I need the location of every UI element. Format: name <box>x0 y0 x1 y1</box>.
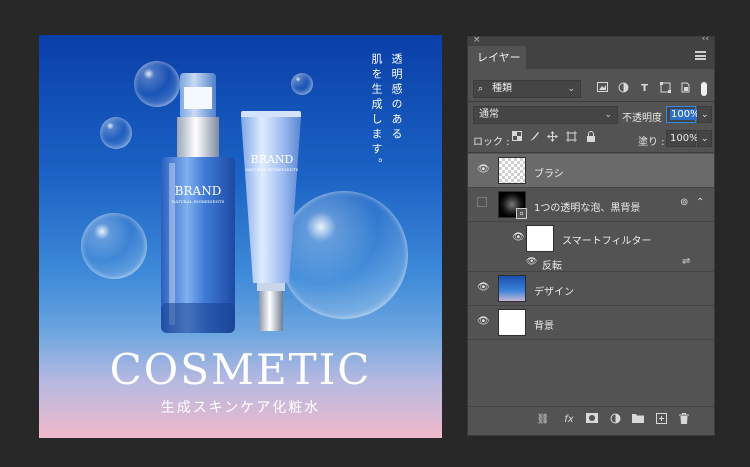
eye-icon[interactable]: 👁 <box>477 282 490 293</box>
layer-row-design[interactable]: 👁 デザイン <box>468 272 714 306</box>
add-mask-icon[interactable] <box>585 413 599 427</box>
layer-name: スマートフィルター <box>562 236 652 247</box>
panel-bottom-toolbar: ⛓ fx <box>468 406 714 435</box>
blend-mode-value: 通常 <box>479 109 499 120</box>
delete-layer-icon[interactable] <box>677 413 691 427</box>
layers-list: 👁 ブラシ ▫ 1つの透明な泡、黒背景 ⊚ ⌃ 👁 スマートフィルター 👁 反転… <box>468 154 714 404</box>
close-icon[interactable]: × <box>473 35 481 45</box>
layer-name: 背景 <box>534 321 554 332</box>
bottle-tagline: NATURAL INGREDIENTS <box>171 199 225 204</box>
filter-kind-value: 種類 <box>492 83 512 94</box>
panel-menu-icon[interactable] <box>695 51 706 60</box>
panel-tab-row: レイヤー <box>468 46 714 69</box>
bottle-brand: BRAND <box>174 184 222 198</box>
filter-blending-options-icon[interactable]: ⇌ <box>682 256 690 267</box>
blend-row: 通常 ⌄ 不透明度 : 100% ⌄ <box>468 105 714 127</box>
collapse-arrow-icon[interactable]: ⌃ <box>696 197 704 208</box>
fill-label: 塗り : <box>638 137 665 148</box>
chevron-down-icon: ⌄ <box>701 134 709 144</box>
blend-mode-select[interactable]: 通常 ⌄ <box>473 106 618 124</box>
layer-thumbnail: ▫ <box>498 191 527 219</box>
layer-thumbnail <box>498 275 526 302</box>
lock-image-pixels-icon[interactable] <box>528 131 541 144</box>
lock-position-icon[interactable] <box>546 131 559 144</box>
lock-label: ロック : <box>473 137 510 148</box>
collapse-icon[interactable]: ‹‹ <box>702 34 709 44</box>
smart-object-icon: ⊚ <box>680 197 689 208</box>
eye-icon[interactable]: 👁 <box>526 257 537 268</box>
smart-object-filter-icon[interactable] <box>679 82 692 95</box>
visibility-off-box[interactable] <box>477 197 487 207</box>
tube-brand: BRAND <box>250 153 294 166</box>
adjustment-filter-icon[interactable] <box>617 82 630 95</box>
chevron-down-icon: ⌄ <box>567 84 575 94</box>
bubble-small-right <box>291 73 313 95</box>
image-filter-icon[interactable] <box>596 82 609 95</box>
layer-name: デザイン <box>534 287 574 298</box>
headline-cosmetic: COSMETIC <box>109 345 372 394</box>
filter-search-icon: ⌕ <box>478 84 484 94</box>
layer-name: ブラシ <box>534 169 564 180</box>
lock-all-icon[interactable] <box>584 131 597 144</box>
eye-icon[interactable]: 👁 <box>477 164 490 175</box>
fx-button[interactable]: fx <box>562 413 576 427</box>
layer-row-background[interactable]: 👁 背景 <box>468 306 714 340</box>
fill-input[interactable]: 100% <box>666 130 699 147</box>
filter-mask-thumbnail <box>526 225 554 252</box>
layer-thumbnail <box>498 157 526 184</box>
new-group-icon[interactable] <box>631 413 645 427</box>
filter-kind-select[interactable]: ⌕ 種類 ⌄ <box>473 80 581 98</box>
layer-row-bubble[interactable]: ▫ 1つの透明な泡、黒背景 ⊚ ⌃ <box>468 188 714 222</box>
opacity-label: 不透明度 : <box>622 113 669 124</box>
lock-transparent-pixels-icon[interactable] <box>510 131 523 144</box>
layers-panel: × ‹‹ レイヤー ⌕ 種類 ⌄ T 通常 ⌄ 不透明度: 100% ⌄ ロッ… <box>467 34 715 436</box>
link-layers-icon[interactable]: ⛓ <box>536 413 550 427</box>
cream-tube <box>241 111 301 331</box>
smart-object-badge-icon: ▫ <box>516 208 527 219</box>
bubble-left-large <box>81 213 147 279</box>
lock-row: ロック : 塗り : 100% ⌄ <box>468 129 714 151</box>
lock-artboard-icon[interactable] <box>565 131 578 144</box>
panel-top-bar: × ‹‹ <box>468 34 714 46</box>
layer-name: 1つの透明な泡、黒背景 <box>534 203 641 214</box>
tube-tagline: NATURAL INGREDIENTS <box>245 167 299 172</box>
vertical-copy-col2: 肌を生成します。 <box>370 53 383 173</box>
opacity-input[interactable]: 100% <box>666 106 701 123</box>
new-adjustment-layer-icon[interactable] <box>608 413 622 427</box>
serum-bottle <box>161 73 235 333</box>
shape-filter-icon[interactable] <box>659 82 672 95</box>
tab-layers[interactable]: レイヤー <box>468 46 526 69</box>
type-filter-icon[interactable]: T <box>638 82 651 95</box>
layer-row-invert[interactable]: 👁 反転 ⇌ <box>468 254 714 272</box>
subline-skincare: 生成スキンケア化粧水 <box>160 400 321 416</box>
filter-name: 反転 <box>542 261 562 272</box>
layer-row-brush[interactable]: 👁 ブラシ <box>468 154 714 188</box>
chevron-down-icon: ⌄ <box>604 110 612 120</box>
eye-icon[interactable]: 👁 <box>477 316 490 327</box>
layer-thumbnail <box>498 309 526 336</box>
fill-value: 100% <box>670 133 699 144</box>
fill-dropdown-button[interactable]: ⌄ <box>697 130 712 147</box>
document-canvas[interactable]: BRAND NATURAL INGREDIENTS BRAND NATURAL … <box>39 35 442 438</box>
bubble-left-mid <box>100 117 132 149</box>
chevron-down-icon: ⌄ <box>701 110 709 120</box>
new-layer-icon[interactable] <box>654 413 668 427</box>
vertical-copy-col1: 透明感のある <box>390 53 403 143</box>
opacity-dropdown-button[interactable]: ⌄ <box>697 106 712 123</box>
layer-row-smart-filter[interactable]: 👁 スマートフィルター <box>468 222 714 256</box>
eye-icon[interactable]: 👁 <box>512 232 525 243</box>
opacity-value: 100% <box>670 109 701 120</box>
filter-toggle-icon[interactable] <box>701 82 707 96</box>
